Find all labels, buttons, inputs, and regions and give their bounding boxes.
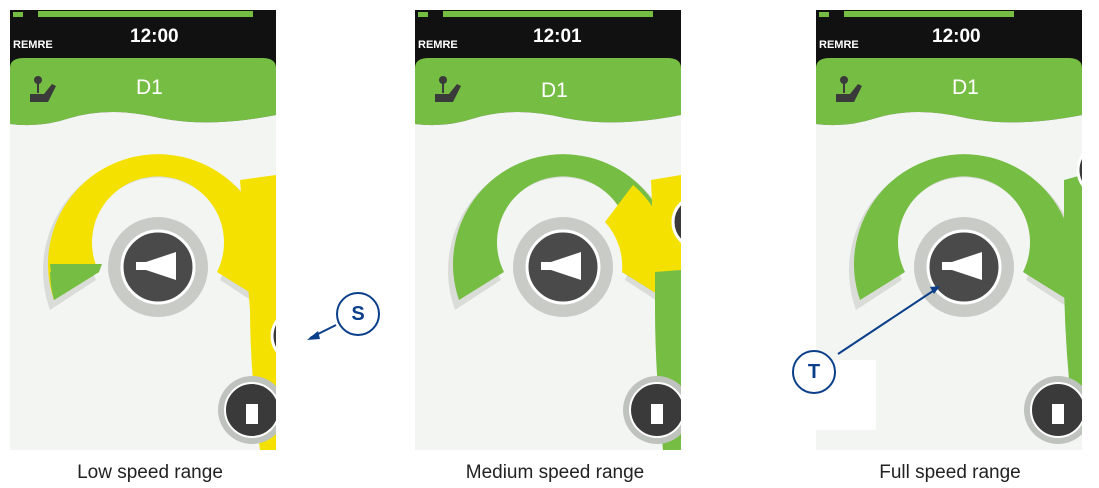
caption-full: Full speed range [879,462,1021,483]
battery-icon [418,12,428,17]
callout-s: S [336,292,380,336]
caption-medium: Medium speed range [465,462,645,483]
device-screen-low: REMRE 12:00 D1 [10,10,276,450]
panel-medium-speed: REMRE 12:01 D1 Medium speed range [405,0,705,483]
battery-bar [38,11,253,17]
profile-label: D1 [136,76,163,99]
panel-full-speed: REMRE 12:00 D1 Full speed range [808,0,1099,483]
device-name: REMRE [418,39,458,51]
battery-icon [819,12,829,17]
clock: 12:00 [130,26,179,47]
clock: 12:01 [533,26,582,47]
battery-bar [443,11,653,17]
touch-move-icon [246,404,258,424]
profile-label: D1 [541,79,568,102]
panel-low-speed: REMRE 12:00 D1 S Low speed range [0,0,380,483]
touch-move-icon [1052,404,1064,424]
device-screen-full: REMRE 12:00 D1 [816,10,1082,450]
device-name: REMRE [13,39,53,51]
profile-label: D1 [952,76,979,99]
touch-move-icon [651,404,663,424]
callout-t: T [792,350,836,394]
battery-bar [844,11,1014,17]
caption-low: Low speed range [77,462,223,483]
battery-icon [13,12,23,17]
device-screen-medium: REMRE 12:01 D1 [415,10,681,450]
device-name: REMRE [819,39,859,51]
clock: 12:00 [932,26,981,47]
